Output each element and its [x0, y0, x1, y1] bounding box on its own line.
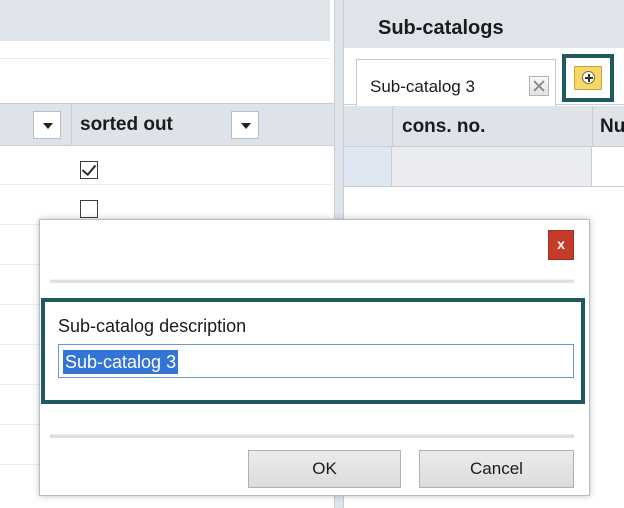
description-value: Sub-catalog 3 [63, 350, 179, 374]
tab-close-icon[interactable] [529, 76, 549, 96]
column-dropdown-icon[interactable] [33, 111, 61, 139]
sub-catalogs-title: Sub-catalogs [378, 17, 504, 39]
left-pane-header [0, 0, 330, 41]
column-separator [71, 104, 72, 146]
cons-no-cell[interactable] [392, 147, 592, 186]
dialog-divider-bottom [50, 434, 574, 438]
tab-label: Sub-catalog 3 [370, 77, 475, 96]
tab-sub-catalog-3[interactable]: Sub-catalog 3 [356, 59, 556, 106]
right-grid-header: cons. no. Nu [344, 106, 624, 147]
add-tab-highlight [562, 54, 614, 102]
add-tab-button[interactable] [574, 66, 602, 90]
row-indicator[interactable] [344, 147, 392, 186]
sub-catalog-dialog: x Sub-catalog description Sub-catalog 3 … [39, 219, 590, 496]
column-header-cons-no[interactable]: cons. no. [402, 116, 485, 138]
add-icon [582, 71, 595, 84]
left-grid-header: sorted out [0, 103, 334, 146]
sorted-out-dropdown-icon[interactable] [231, 111, 259, 139]
column-header-sorted-out[interactable]: sorted out [80, 114, 173, 136]
column-header-nu[interactable]: Nu [600, 116, 624, 138]
description-field-highlight: Sub-catalog description Sub-catalog 3 [41, 298, 585, 404]
column-separator [392, 106, 393, 147]
dialog-divider-top [50, 279, 574, 283]
ok-button[interactable]: OK [248, 450, 401, 488]
table-row[interactable] [344, 147, 624, 187]
left-pane-divider [0, 58, 330, 59]
sub-catalogs-header: Sub-catalogs [344, 0, 624, 48]
column-separator [592, 106, 593, 147]
description-input[interactable]: Sub-catalog 3 [58, 344, 574, 378]
description-label: Sub-catalog description [58, 316, 247, 336]
cancel-button[interactable]: Cancel [419, 450, 574, 488]
close-button[interactable]: x [548, 230, 574, 260]
